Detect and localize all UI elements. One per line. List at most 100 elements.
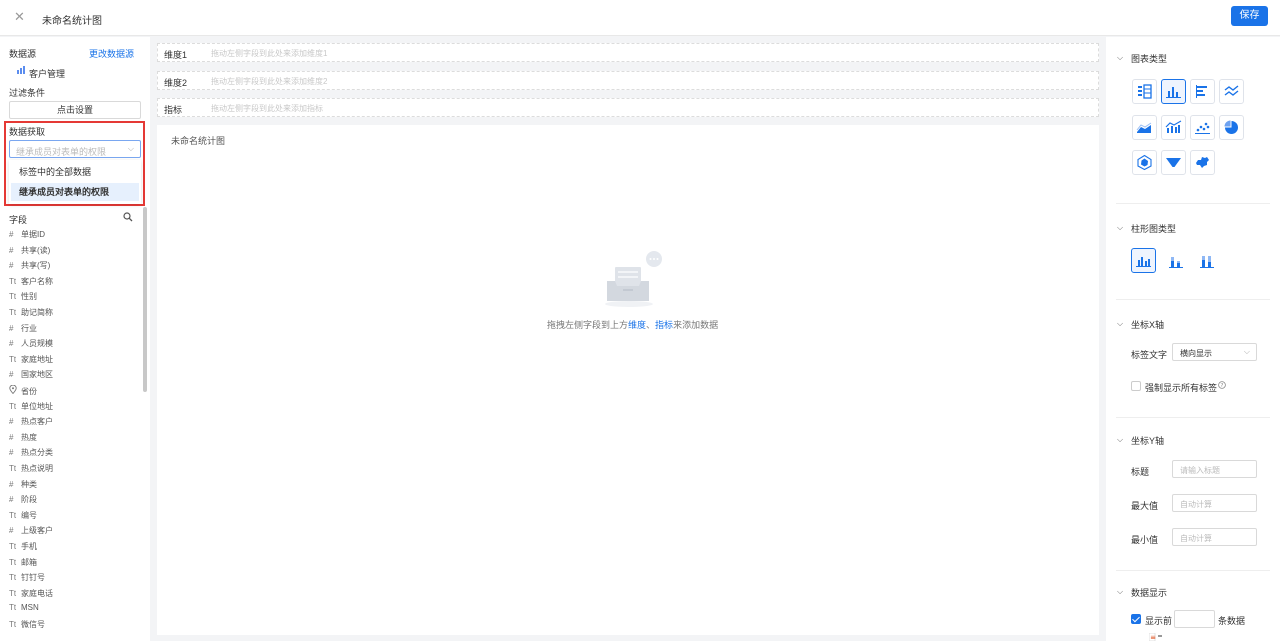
text-type-icon: Tt — [9, 542, 17, 551]
chart-type-label: 图表类型 — [1131, 54, 1168, 64]
field-item[interactable]: # 热点客户 — [9, 416, 53, 431]
chart-canvas: 未命名统计图 拖拽左侧字段到上方维度、指标来添加数据 — [157, 125, 1099, 635]
table-chart-icon[interactable] — [1132, 79, 1157, 104]
number-type-icon: # — [9, 339, 14, 349]
chevron-down-icon[interactable]: ⌵ — [1117, 53, 1123, 63]
show-first-checkbox[interactable] — [1131, 614, 1141, 624]
chevron-down-icon[interactable]: ⌵ — [1117, 319, 1123, 329]
field-item[interactable]: # 上级客户 — [9, 525, 53, 540]
dimension2-label: 维度2 — [164, 78, 188, 88]
metric-hint: 拖动左侧字段到此处来添加指标 — [211, 104, 323, 113]
chevron-down-icon[interactable]: ⌵ — [1117, 223, 1123, 233]
field-item[interactable]: 省份 — [9, 384, 37, 400]
field-item[interactable]: Tt 编号 — [9, 510, 37, 525]
ymax-label: 最大值 — [1131, 501, 1159, 511]
ymin-input[interactable]: 自动计算 — [1172, 528, 1257, 546]
hint-dimension-link[interactable]: 维度 — [628, 320, 646, 330]
divider — [1116, 299, 1270, 300]
close-icon[interactable]: ✕ — [14, 10, 25, 24]
radar-chart-icon[interactable] — [1132, 150, 1157, 175]
save-button[interactable]: 保存 — [1231, 6, 1268, 26]
combo-chart-icon[interactable] — [1161, 115, 1186, 140]
empty-state-hint: 拖拽左侧字段到上方维度、指标来添加数据 — [547, 318, 718, 331]
fetch-option-inherit[interactable]: 继承成员对表单的权限 — [11, 183, 139, 201]
field-item[interactable]: Tt MSN — [9, 603, 39, 618]
chevron-down-icon[interactable]: ⌵ — [1117, 587, 1123, 597]
bar-grouped-icon[interactable] — [1131, 248, 1156, 273]
sort-icon[interactable]: ≡ — [1148, 632, 1163, 641]
field-item[interactable]: # 共享(写) — [9, 260, 50, 275]
field-item[interactable]: Tt 手机 — [9, 541, 37, 556]
scatter-chart-icon[interactable] — [1190, 115, 1215, 140]
fields-scrollbar[interactable] — [143, 207, 147, 392]
field-name: 性别 — [21, 292, 37, 302]
label-text-select[interactable]: 横向显示 ⌵ — [1172, 343, 1257, 361]
field-item[interactable]: Tt 单位地址 — [9, 401, 53, 416]
number-type-icon: # — [9, 370, 14, 380]
field-item[interactable]: # 单据ID — [9, 229, 45, 244]
field-item[interactable]: # 热度 — [9, 432, 37, 447]
dimension1-dropzone[interactable]: 维度1 拖动左侧字段到此处来添加维度1 — [157, 43, 1099, 62]
label-text-value: 横向显示 — [1180, 349, 1212, 358]
datasource-icon — [17, 66, 25, 76]
field-item[interactable]: # 共享(读) — [9, 245, 50, 260]
area-chart-icon[interactable] — [1132, 115, 1157, 140]
field-item[interactable]: # 阶段 — [9, 494, 37, 509]
text-type-icon: Tt — [9, 588, 17, 598]
fetch-select[interactable]: 继承成员对表单的权限 ⌵ — [9, 140, 141, 158]
field-item[interactable]: # 热点分类 — [9, 447, 53, 462]
field-item[interactable]: Tt 家庭电话 — [9, 588, 53, 603]
fetch-option-all[interactable]: 标签中的全部数据 — [11, 163, 139, 181]
bar-stacked-icon[interactable] — [1169, 255, 1183, 270]
field-item[interactable]: Tt 钉钉号 — [9, 572, 45, 587]
field-item[interactable]: Tt 邮箱 — [9, 557, 37, 572]
field-name: 热点分类 — [21, 448, 53, 458]
search-icon[interactable] — [123, 212, 133, 224]
field-name: 省份 — [21, 387, 37, 396]
field-item[interactable]: Tt 助记简称 — [9, 307, 53, 322]
field-item[interactable]: # 国家地区 — [9, 369, 53, 384]
chevron-down-icon: ⌵ — [1243, 347, 1250, 356]
filter-settings-button[interactable]: 点击设置 — [9, 101, 141, 119]
dimension2-dropzone[interactable]: 维度2 拖动左侧字段到此处来添加维度2 — [157, 71, 1099, 90]
hint-metric-link[interactable]: 指标 — [655, 320, 673, 330]
hint-separator: 、 — [646, 320, 656, 330]
chevron-down-icon[interactable]: ⌵ — [1117, 435, 1123, 445]
funnel-chart-icon[interactable] — [1161, 150, 1186, 175]
force-labels-checkbox[interactable] — [1131, 381, 1141, 391]
field-item[interactable]: Tt 客户名称 — [9, 276, 53, 291]
divider — [1116, 570, 1270, 571]
bar-chart-icon[interactable] — [1161, 79, 1186, 104]
field-item[interactable]: Tt 家庭地址 — [9, 354, 53, 369]
pie-chart-icon[interactable] — [1219, 115, 1244, 140]
field-name: 编号 — [21, 510, 37, 520]
metric-label: 指标 — [164, 105, 183, 115]
show-first-count-input[interactable] — [1174, 610, 1215, 628]
field-item[interactable]: # 种类 — [9, 479, 37, 494]
text-type-icon: Tt — [9, 276, 17, 286]
field-item[interactable]: Tt 微信号 — [9, 619, 45, 634]
ytitle-input[interactable]: 请输入标题 — [1172, 460, 1257, 478]
field-name: 客户名称 — [21, 276, 53, 286]
field-name: 国家地区 — [21, 370, 53, 380]
field-item[interactable]: Tt 热点说明 — [9, 463, 53, 478]
help-icon[interactable]: ? — [1218, 381, 1226, 391]
bar-percent-icon[interactable] — [1200, 255, 1214, 270]
right-panel: ⌵ 图表类型 ⌵ 柱形图类型 ⌵ 坐标X轴 标签文字 横向显示 ⌵ 强制显示所有… — [1106, 37, 1280, 641]
show-unit-label: 条数据 — [1218, 616, 1246, 626]
ymax-input[interactable]: 自动计算 — [1172, 494, 1257, 512]
svg-text:≡: ≡ — [1150, 634, 1156, 641]
chart-title: 未命名统计图 — [171, 136, 226, 146]
divider — [1116, 417, 1270, 418]
metric-dropzone[interactable]: 指标 拖动左侧字段到此处来添加指标 — [157, 98, 1099, 117]
change-datasource-link[interactable]: 更改数据源 — [89, 47, 134, 60]
horizontal-bar-chart-icon[interactable] — [1190, 79, 1215, 104]
field-item[interactable]: # 人员规模 — [9, 338, 53, 353]
field-item[interactable]: # 行业 — [9, 323, 37, 338]
show-first-label: 显示前 — [1145, 616, 1173, 626]
map-chart-icon[interactable] — [1190, 150, 1215, 175]
line-chart-icon[interactable] — [1219, 79, 1244, 104]
field-item[interactable]: Tt 性别 — [9, 291, 37, 306]
field-name: 单据ID — [21, 230, 45, 239]
fields-label: 字段 — [9, 215, 28, 225]
